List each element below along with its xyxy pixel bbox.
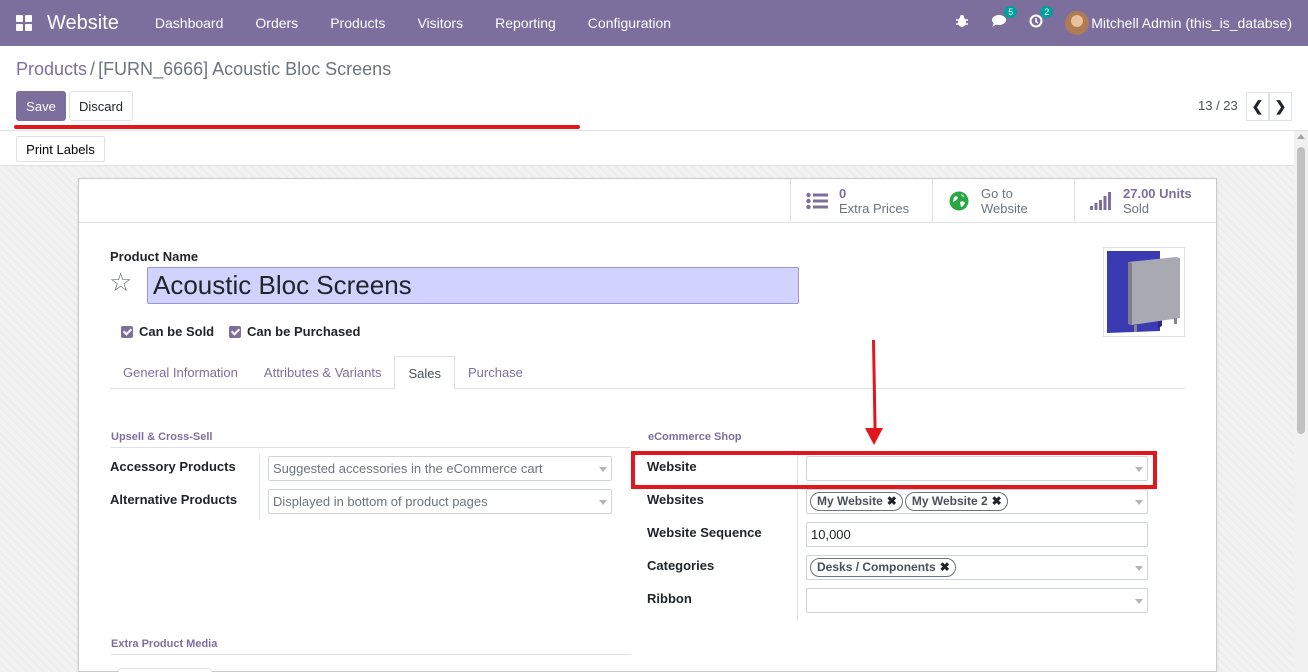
close-icon[interactable]: ✖ [940,559,950,576]
activities-badge: 2 [1040,6,1054,18]
user-avatar[interactable] [1065,11,1090,35]
product-name-input[interactable]: Acoustic Bloc Screens [147,267,799,304]
list-icon [805,192,829,210]
menu-dashboard[interactable]: Dashboard [139,15,240,31]
save-button[interactable]: Save [16,91,66,121]
extra-prices-count: 0 [839,186,847,201]
tab-purchase[interactable]: Purchase [455,356,536,389]
top-navbar: Website Dashboard Orders Products Visito… [0,0,1308,46]
app-title[interactable]: Website [47,12,119,35]
breadcrumb-current: [FURN_6666] Acoustic Bloc Screens [98,59,392,79]
close-icon[interactable]: ✖ [992,493,1002,510]
form-sheet: 0 Extra Prices Go to Website 27.00 Units… [78,178,1217,672]
smart-button-box: 0 Extra Prices Go to Website 27.00 Units… [790,179,1216,223]
extra-media-section-title: Extra Product Media [111,638,631,655]
accessory-products-placeholder: Suggested accessories in the eCommerce c… [273,461,543,476]
chevron-left-icon: ❮ [1251,98,1264,114]
tab-sales[interactable]: Sales [394,356,455,390]
messages-badge: 5 [1004,6,1018,18]
website-tag-label: My Website [817,494,883,508]
website-tag: My Website ✖ [810,492,903,511]
signal-icon [1089,192,1113,210]
units-sold-value: 27.00 Units [1123,186,1192,201]
pager-next-button[interactable]: ❯ [1269,92,1292,121]
extra-prices-button[interactable]: 0 Extra Prices [790,179,932,223]
checkbox-checked-icon[interactable] [229,325,241,338]
chevron-right-icon: ❯ [1274,98,1287,114]
star-icon[interactable]: ☆ [109,267,132,298]
caret-down-icon[interactable] [599,500,607,505]
activities-icon[interactable]: 2 [1029,6,1054,32]
upsell-section-title: Upsell & Cross-Sell [111,431,631,448]
can-be-sold-checkbox[interactable]: Can be Sold [121,324,214,339]
scrollbar[interactable] [1294,131,1308,672]
website-tag: My Website 2 ✖ [904,492,1008,511]
product-name-label: Product Name [110,249,199,264]
units-sold-label: Sold [1123,201,1150,216]
scrollbar-thumb[interactable] [1297,147,1305,434]
product-image[interactable] [1103,247,1185,337]
menu-reporting[interactable]: Reporting [479,15,572,31]
can-be-purchased-label: Can be Purchased [247,324,361,339]
checkbox-checked-icon[interactable] [121,325,133,338]
print-labels-button[interactable]: Print Labels [16,136,105,162]
caret-down-icon[interactable] [599,467,607,472]
alternative-products-label: Alternative Products [110,492,238,507]
can-be-purchased-checkbox[interactable]: Can be Purchased [229,324,360,339]
annotation-arrowhead-icon [865,428,883,445]
annotation-underline [14,125,580,129]
website-tag-label: My Website 2 [911,494,988,508]
breadcrumb-products[interactable]: Products [16,59,87,79]
menu-orders[interactable]: Orders [239,15,314,31]
extra-prices-label: Extra Prices [839,201,910,216]
categories-label: Categories [647,558,715,573]
can-be-sold-label: Can be Sold [139,324,215,339]
user-menu[interactable]: Mitchell Admin (this_is_databse) [1091,15,1292,31]
pager-value[interactable]: 13 / 23 [1198,98,1238,113]
bug-icon[interactable] [955,14,969,32]
accessory-products-label: Accessory Products [110,459,236,474]
pager-previous-button[interactable]: ❮ [1246,92,1269,121]
go-to-website-button[interactable]: Go to Website [932,179,1074,223]
tab-general-information[interactable]: General Information [110,356,251,389]
field-divider [259,454,260,520]
breadcrumb: Products / [FURN_6666] Acoustic Bloc Scree… [16,59,391,80]
globe-icon [947,191,971,211]
form-tabs: General Information Attributes & Variant… [110,356,1185,390]
close-icon[interactable]: ✖ [887,493,897,510]
menu-configuration[interactable]: Configuration [572,15,687,31]
alternative-products-select[interactable]: Displayed in bottom of product pages [268,489,612,514]
ribbon-select[interactable] [806,588,1148,613]
go-to-label: Go to [981,186,1013,201]
annotation-highlight-box [631,451,1157,489]
caret-down-icon[interactable] [1135,500,1143,505]
websites-label: Websites [647,492,704,507]
category-tag-label: Desks / Components [817,560,936,574]
ribbon-label: Ribbon [647,591,692,606]
apps-menu-icon[interactable] [16,15,32,31]
add-media-button[interactable] [118,668,212,672]
website-sequence-input[interactable]: 10,000 [806,522,1148,547]
caret-down-icon[interactable] [1135,599,1143,604]
control-panel: Products / [FURN_6666] Acoustic Bloc Scree… [0,46,1308,131]
alternative-products-placeholder: Displayed in bottom of product pages [273,494,488,509]
categories-tags-field[interactable]: Desks / Components ✖ [806,555,1148,580]
units-sold-button[interactable]: 27.00 Units Sold [1074,179,1216,223]
statusbar: Print Labels [0,131,1294,166]
menu-visitors[interactable]: Visitors [401,15,479,31]
websites-tags-field[interactable]: My Website ✖ My Website 2 ✖ [806,489,1148,514]
website-sequence-label: Website Sequence [647,525,762,540]
messages-icon[interactable]: 5 [991,6,1018,32]
tab-attributes-variants[interactable]: Attributes & Variants [251,356,395,389]
discard-button[interactable]: Discard [69,91,133,121]
menu-products[interactable]: Products [314,15,401,31]
accessory-products-select[interactable]: Suggested accessories in the eCommerce c… [268,456,612,481]
scroll-up-arrow-icon[interactable] [1297,134,1305,139]
website-label: Website [981,201,1028,216]
category-tag: Desks / Components ✖ [810,558,956,577]
breadcrumb-separator: / [90,59,96,79]
caret-down-icon[interactable] [1135,566,1143,571]
ecommerce-section-title: eCommerce Shop [648,431,742,443]
